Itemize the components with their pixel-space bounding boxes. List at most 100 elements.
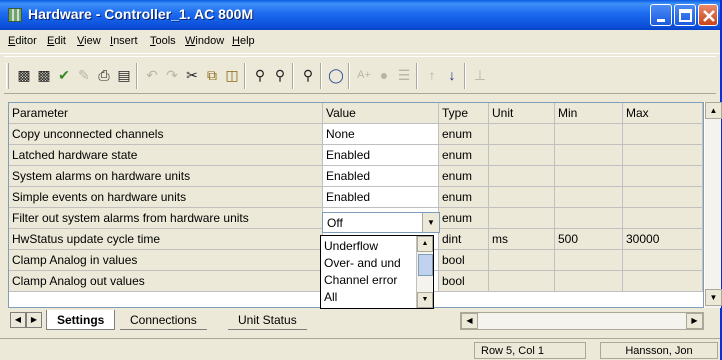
maximize-button[interactable] (674, 4, 696, 26)
parameter-unit (489, 145, 555, 166)
dropdown-option[interactable]: Channel error (324, 273, 397, 287)
toolbar-separator (464, 63, 466, 89)
parameter-value[interactable]: Enabled (323, 187, 439, 208)
parameter-name[interactable]: Filter out system alarms from hardware u… (9, 208, 323, 229)
parameter-value[interactable]: None (323, 124, 439, 145)
vertical-scrollbar[interactable]: ▲ ▼ (704, 102, 722, 308)
parameter-name[interactable]: Clamp Analog in values (9, 250, 323, 271)
chevron-up-icon[interactable]: ▲ (417, 236, 433, 252)
menu-view[interactable]: View (77, 35, 101, 47)
parameter-unit (489, 250, 555, 271)
value-combobox[interactable]: Off ▼ (322, 212, 440, 233)
scroll-up-icon[interactable]: ▲ (705, 102, 722, 119)
tab-scroll-right-icon[interactable]: ▶ (26, 312, 42, 328)
parameter-min (555, 166, 623, 187)
parameter-min (555, 271, 623, 292)
parameter-value[interactable]: Enabled (323, 145, 439, 166)
parameter-name[interactable]: HwStatus update cycle time (9, 229, 323, 250)
save-icon[interactable]: ▩ (14, 65, 34, 85)
dropdown-option[interactable]: All (324, 290, 337, 304)
parameter-min (555, 187, 623, 208)
check-icon[interactable]: ✔ (54, 65, 74, 85)
cut-icon[interactable]: ✂ (182, 65, 202, 85)
horizontal-scrollbar[interactable]: ◀ ▶ (460, 312, 704, 330)
parameter-min (555, 145, 623, 166)
dropdown-scroll-thumb[interactable] (418, 254, 433, 276)
print-icon[interactable]: ⎙ (94, 65, 114, 85)
parameter-max (623, 187, 703, 208)
parameter-name[interactable]: System alarms on hardware units (9, 166, 323, 187)
save-all-icon[interactable]: ▩ (34, 65, 54, 85)
parameter-name[interactable]: Clamp Analog out values (9, 271, 323, 292)
status-bar: Row 5, Col 1 Hansson, Jon (0, 338, 720, 360)
down-arrow-icon[interactable]: ↓ (442, 65, 462, 85)
chevron-down-icon[interactable]: ▼ (417, 292, 433, 308)
chevron-down-icon[interactable]: ▼ (422, 213, 439, 232)
menu-tools[interactable]: Tools (150, 35, 176, 47)
parameter-unit (489, 187, 555, 208)
paste-icon[interactable]: ◫ (222, 65, 242, 85)
menu-edit[interactable]: Edit (47, 35, 66, 47)
window-title: Hardware - Controller_1. AC 800M (28, 6, 254, 22)
title-bar[interactable]: Hardware - Controller_1. AC 800M (0, 0, 720, 30)
toolbar-separator (320, 63, 322, 89)
edit-icon[interactable]: ✎ (74, 65, 94, 85)
column-header-type[interactable]: Type (439, 103, 489, 124)
menu-editor[interactable]: Editor (8, 35, 37, 47)
ground-icon[interactable]: ⊥ (470, 65, 490, 85)
column-header-parameter[interactable]: Parameter (9, 103, 323, 124)
toolbar-separator (292, 63, 294, 89)
close-button[interactable] (698, 4, 718, 26)
value-dropdown-list: Underflow Over- and und Channel error Al… (320, 235, 434, 309)
menu-window[interactable]: Window (185, 35, 224, 47)
column-header-min[interactable]: Min (555, 103, 623, 124)
menu-insert[interactable]: Insert (110, 35, 138, 47)
toolbar: ▩ ▩ ✔ ✎ ⎙ ▤ ↶ ↷ ✂ ⧉ ◫ ⚲ ⚲ ⚲ ◯ A+ ● ☰ ↑ ↓… (4, 56, 716, 94)
scroll-left-icon[interactable]: ◀ (461, 313, 478, 329)
shield-icon[interactable]: ◯ (326, 65, 346, 85)
tab-unit-status[interactable]: Unit Status (228, 310, 307, 330)
table-row: Latched hardware state Enabled enum (9, 145, 703, 166)
dropdown-option[interactable]: Over- and und (324, 256, 401, 270)
connect-icon[interactable]: ● (374, 65, 394, 85)
parameter-max (623, 250, 703, 271)
find-replace-icon[interactable]: ⚲ (270, 65, 290, 85)
scroll-down-icon[interactable]: ▼ (705, 289, 722, 306)
menu-help[interactable]: Help (232, 35, 255, 47)
column-header-unit[interactable]: Unit (489, 103, 555, 124)
parameter-type: dint (439, 229, 489, 250)
parameter-min (555, 250, 623, 271)
find-icon[interactable]: ⚲ (250, 65, 270, 85)
parameter-name[interactable]: Copy unconnected channels (9, 124, 323, 145)
parameter-name[interactable]: Simple events on hardware units (9, 187, 323, 208)
column-header-value[interactable]: Value (323, 103, 439, 124)
undo-icon[interactable]: ↶ (142, 65, 162, 85)
table-row: Simple events on hardware units Enabled … (9, 187, 703, 208)
tab-scroll-left-icon[interactable]: ◀ (10, 312, 26, 328)
toolbar-separator (348, 63, 350, 89)
navigate-icon[interactable]: ⚲ (298, 65, 318, 85)
column-header-max[interactable]: Max (623, 103, 703, 124)
minimize-button[interactable] (650, 4, 672, 26)
toolbar-grip[interactable] (6, 63, 9, 89)
tab-connections[interactable]: Connections (120, 310, 207, 330)
toolbar-separator (136, 63, 138, 89)
dropdown-scrollbar[interactable]: ▲ ▼ (416, 236, 433, 308)
insert-icon[interactable]: A+ (354, 65, 374, 85)
parameter-type: bool (439, 271, 489, 292)
parameter-unit (489, 124, 555, 145)
redo-icon[interactable]: ↷ (162, 65, 182, 85)
dropdown-option[interactable]: Underflow (324, 239, 378, 253)
parameter-name[interactable]: Latched hardware state (9, 145, 323, 166)
print-preview-icon[interactable]: ▤ (114, 65, 134, 85)
tree-icon[interactable]: ☰ (394, 65, 414, 85)
up-arrow-icon[interactable]: ↑ (422, 65, 442, 85)
parameter-max (623, 208, 703, 229)
menu-bar: Editor Edit View Insert Tools Window Hel… (0, 30, 720, 54)
tab-settings[interactable]: Settings (46, 310, 116, 330)
copy-icon[interactable]: ⧉ (202, 65, 222, 85)
scroll-right-icon[interactable]: ▶ (686, 313, 703, 329)
table-row: Copy unconnected channels None enum (9, 124, 703, 145)
parameter-value[interactable]: Enabled (323, 166, 439, 187)
parameter-unit (489, 208, 555, 229)
